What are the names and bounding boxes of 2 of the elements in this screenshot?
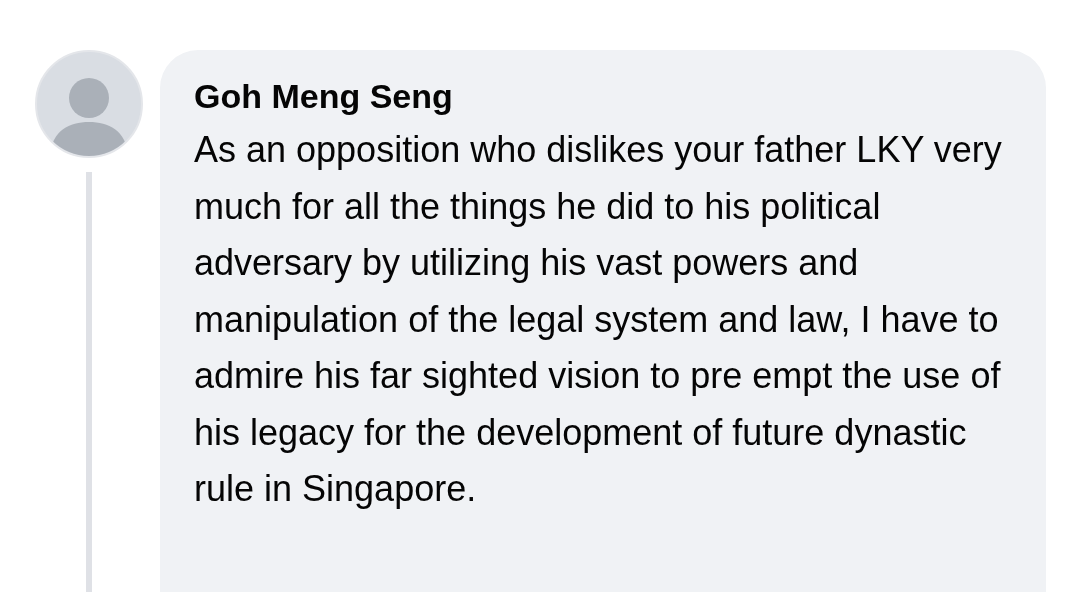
author-name[interactable]: Goh Meng Seng xyxy=(194,74,1016,118)
comment-text: As an opposition who dislikes your father LKY very much for all the things he did to his political adversary by utilizing his vast powers and manipulation of the legal system and law, I have to admire his far sighted vision to pre empt the use of his legacy for the development of future dynastic rule in Singapore. xyxy=(194,128,1003,511)
